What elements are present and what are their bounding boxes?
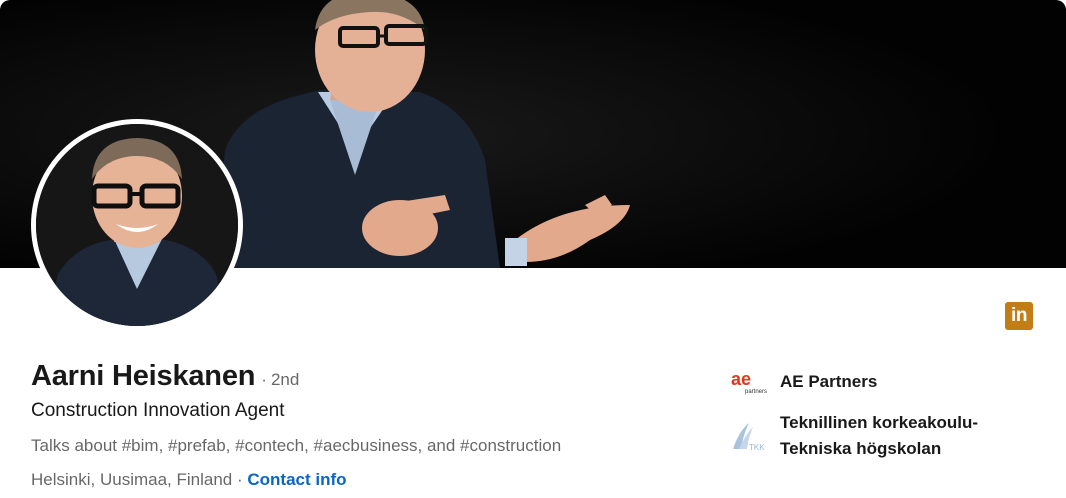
tkk-logo: TKK	[729, 420, 769, 452]
avatar	[36, 124, 238, 326]
location-text: Helsinki, Uusimaa, Finland	[31, 470, 233, 489]
degree-separator: ·	[261, 370, 267, 389]
linkedin-badge-icon[interactable]: in	[1005, 302, 1033, 330]
school-name-line1: Teknillinen korkeakoulu-	[780, 413, 979, 432]
contact-info-link[interactable]: Contact info	[247, 470, 346, 489]
degree-label: 2nd	[270, 370, 300, 389]
profile-headline: Construction Innovation Agent	[31, 400, 285, 421]
location-row: Helsinki, Uusimaa, Finland · Contact inf…	[31, 470, 347, 490]
profile-photo[interactable]	[31, 119, 243, 331]
profile-name: Aarni Heiskanen	[31, 360, 256, 392]
profile-card: in Aarni Heiskanen · 2nd Construction Inn…	[0, 0, 1066, 498]
connection-degree: · 2nd	[261, 370, 299, 390]
talks-about: Talks about #bim, #prefab, #contech, #ae…	[31, 436, 562, 455]
tkk-logo-text: TKK	[749, 443, 765, 452]
current-company[interactable]: ae partners AE Partners	[729, 366, 877, 398]
company-name: AE Partners	[780, 372, 878, 391]
school-name: Teknillinen korkeakoulu- Tekniska högsko…	[780, 410, 978, 462]
name-row: Aarni Heiskanen · 2nd	[31, 360, 299, 393]
school-name-line2: Tekniska högskolan	[780, 439, 942, 458]
ae-logo-subtext: partners	[745, 389, 767, 395]
education-school[interactable]: TKK Teknillinen korkeakoulu- Tekniska hö…	[729, 410, 978, 462]
location-separator: ·	[236, 470, 243, 489]
ae-partners-logo: ae partners	[729, 366, 769, 398]
ae-logo-text: ae	[731, 369, 751, 389]
